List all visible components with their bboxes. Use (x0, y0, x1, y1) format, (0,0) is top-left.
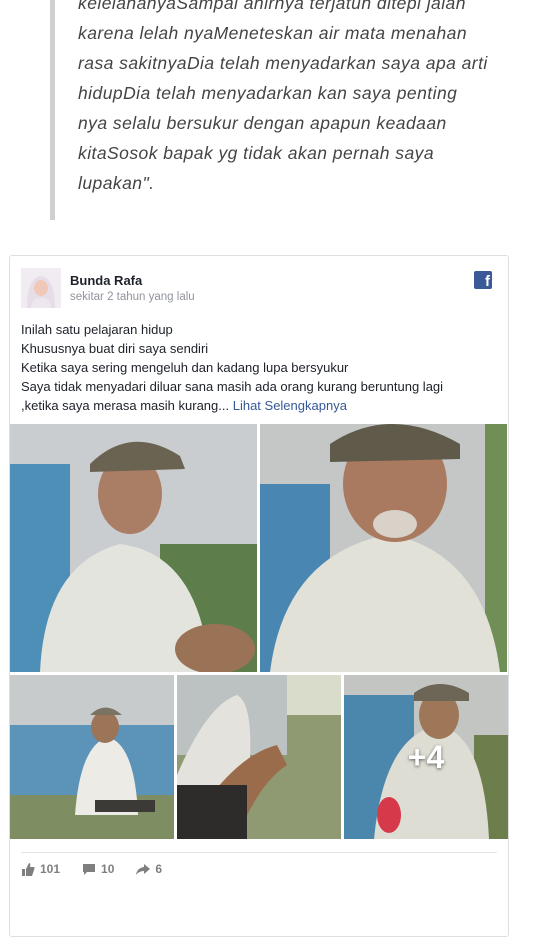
avatar[interactable] (21, 268, 61, 308)
post-line: ,ketika saya merasa masih kurang... (21, 398, 230, 413)
quote-line: kelelahanyaSampai ahirnya terjatuh ditep… (78, 0, 466, 13)
post-photo[interactable] (10, 424, 257, 672)
share-icon (136, 863, 151, 876)
divider (21, 852, 497, 853)
blockquote-bar (50, 0, 55, 220)
quote-line: rasa sakitnyaDia telah menyadarkan saya … (78, 53, 488, 73)
post-photo[interactable] (177, 675, 341, 839)
like-count-label: 101 (40, 862, 61, 876)
comment-icon (82, 863, 96, 876)
post-line: Ketika saya sering mengeluh dan kadang l… (21, 360, 349, 375)
share-count-label: 6 (155, 862, 163, 876)
post-line: Inilah satu pelajaran hidup (21, 322, 173, 337)
quote-line: lupakan". (78, 173, 155, 193)
more-photos-count: +4 (407, 738, 445, 775)
see-more-link[interactable]: Lihat Selengkapnya (233, 398, 347, 413)
share-count[interactable]: 6 (136, 862, 162, 876)
embedded-facebook-post: Bunda Rafa sekitar 2 tahun yang lalu f I… (9, 255, 509, 937)
comment-count-label: 10 (101, 862, 115, 876)
post-photo[interactable] (10, 675, 174, 839)
facebook-icon[interactable]: f (474, 271, 492, 289)
quote-line: nya selalu bersukur dengan apapun keadaa… (78, 113, 447, 133)
author-name[interactable]: Bunda Rafa (70, 273, 142, 288)
quote-line: karena lelah nyaMeneteskan air mata mena… (78, 23, 468, 43)
post-line: Saya tidak menyadari diluar sana masih a… (21, 379, 444, 394)
post-text: Inilah satu pelajaran hidup Khususnya bu… (21, 320, 501, 415)
quote-line: hidupDia telah menyadarkan kan saya pent… (78, 83, 458, 103)
post-line: Khususnya buat diri saya sendiri (21, 341, 209, 356)
post-photo[interactable] (260, 424, 507, 672)
like-icon (21, 862, 35, 876)
quote-line: kitaSosok bapak yg tidak akan pernah say… (78, 143, 435, 163)
blockquote: kelelahanyaSampai ahirnya terjatuh ditep… (78, 0, 548, 198)
post-timestamp[interactable]: sekitar 2 tahun yang lalu (70, 291, 195, 303)
comment-count[interactable]: 10 (82, 862, 114, 876)
post-stats: 101 10 6 (21, 862, 162, 876)
post-line-last: ,ketika saya merasa masih kurang... Liha… (21, 396, 501, 415)
like-count[interactable]: 101 (21, 862, 60, 876)
post-photo-more[interactable]: +4 (344, 675, 508, 839)
